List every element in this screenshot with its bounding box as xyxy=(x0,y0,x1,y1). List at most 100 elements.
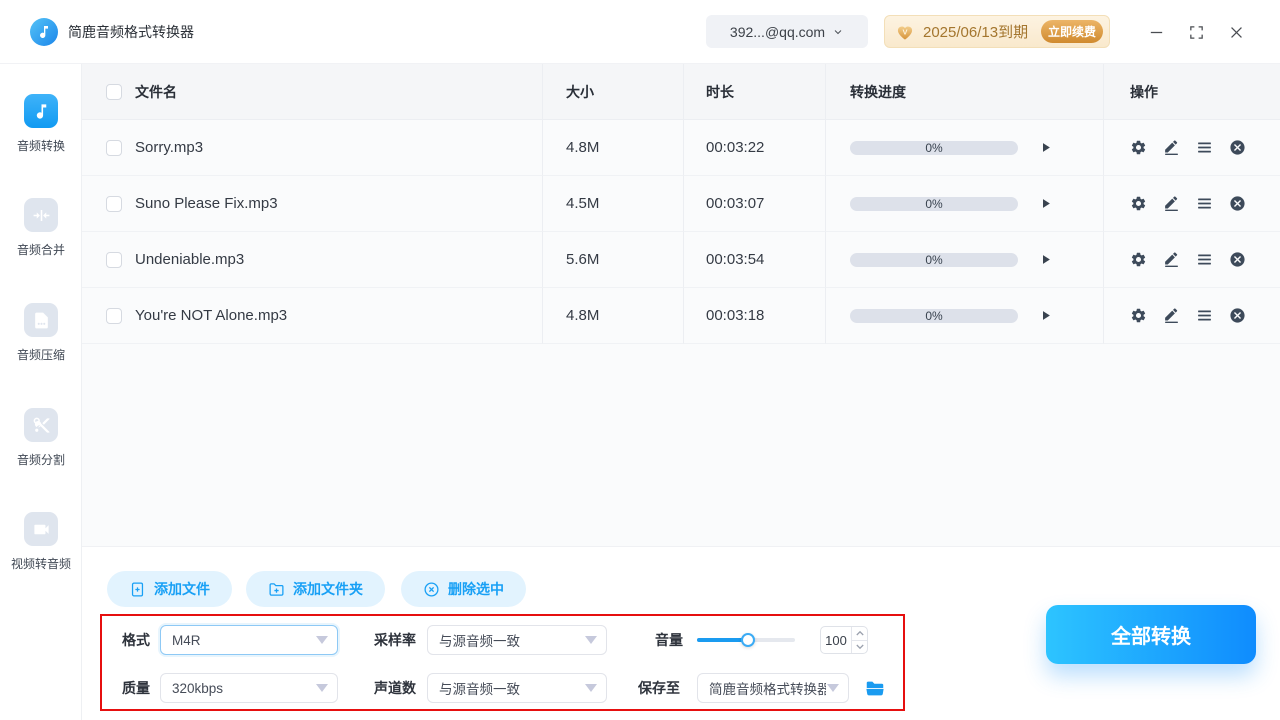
filename-text: You're NOT Alone.mp3 xyxy=(135,307,288,324)
sidebar-item-audio-split[interactable]: 音频分割 xyxy=(0,408,82,468)
table-row-size-cell: 4.5M xyxy=(542,176,683,232)
settings-icon[interactable] xyxy=(1130,195,1147,212)
play-icon[interactable] xyxy=(1038,252,1053,267)
sidebar-item-audio-convert[interactable]: 音频转换 xyxy=(0,94,82,154)
dropdown-arrow-icon xyxy=(316,684,328,692)
app-logo-icon xyxy=(30,18,58,46)
play-icon[interactable] xyxy=(1038,140,1053,155)
progress-bar: 0% xyxy=(850,252,1018,267)
spin-down-button[interactable] xyxy=(852,639,867,654)
vip-heart-icon: V xyxy=(897,26,913,39)
progress-bar: 0% xyxy=(850,308,1018,323)
table-row-actions-cell xyxy=(1103,176,1280,232)
volume-handle[interactable] xyxy=(740,633,755,647)
table-row-size-cell: 5.6M xyxy=(542,232,683,288)
table-row-size-cell: 4.8M xyxy=(542,120,683,176)
sidebar-item-audio-compress[interactable]: 音频压缩 xyxy=(0,303,82,363)
open-folder-button[interactable] xyxy=(863,676,887,700)
dropdown-arrow-icon xyxy=(316,636,328,644)
table-row-actions-cell xyxy=(1103,288,1280,344)
table-row-progress-cell: 0% xyxy=(825,176,1103,232)
select-all-checkbox[interactable] xyxy=(106,83,122,100)
edit-icon[interactable] xyxy=(1163,251,1180,268)
settings-icon[interactable] xyxy=(1130,307,1147,324)
scissors-icon xyxy=(24,408,58,442)
merge-icon xyxy=(24,198,58,232)
delete-icon[interactable] xyxy=(1229,307,1246,324)
volume-slider[interactable] xyxy=(697,625,795,655)
sidebar-item-label: 音频转换 xyxy=(16,139,65,153)
fullscreen-button[interactable] xyxy=(1184,20,1208,44)
convert-all-button[interactable]: 全部转换 xyxy=(1046,605,1256,664)
table-row-filename-cell: Sorry.mp3 xyxy=(82,120,542,176)
file-table: 文件名 大小 时长 转换进度 操作 Sorry.mp3 4.8M 00:03:2… xyxy=(82,64,1280,344)
settings-icon[interactable] xyxy=(1130,251,1147,268)
table-row-duration-cell: 00:03:54 xyxy=(683,232,825,288)
table-header-size: 大小 xyxy=(542,64,683,120)
menu-icon[interactable] xyxy=(1196,139,1213,156)
table-row-progress-cell: 0% xyxy=(825,288,1103,344)
add-file-button[interactable]: 添加文件 xyxy=(107,571,232,607)
circle-x-icon xyxy=(424,581,439,597)
quality-label: 质量 xyxy=(122,680,150,696)
delete-icon[interactable] xyxy=(1229,251,1246,268)
sample-rate-label: 采样率 xyxy=(374,632,416,648)
settings-icon[interactable] xyxy=(1130,139,1147,156)
play-icon[interactable] xyxy=(1038,196,1053,211)
row-checkbox[interactable] xyxy=(106,195,122,212)
delete-icon[interactable] xyxy=(1229,195,1246,212)
sidebar-item-label: 音频合并 xyxy=(16,243,65,257)
vip-badge: V 2025/06/13到期 立即续费 xyxy=(884,15,1110,48)
table-header-duration: 时长 xyxy=(683,64,825,120)
table-row-actions-cell xyxy=(1103,120,1280,176)
row-checkbox[interactable] xyxy=(106,139,122,156)
dropdown-arrow-icon xyxy=(827,684,839,692)
channels-select[interactable]: 与源音频一致 xyxy=(427,673,607,703)
add-folder-button[interactable]: 添加文件夹 xyxy=(246,571,385,607)
volume-label: 音量 xyxy=(655,632,683,648)
folder-plus-icon xyxy=(269,582,284,596)
close-button[interactable] xyxy=(1224,20,1248,44)
app-title: 简鹿音频格式转换器 xyxy=(68,24,194,40)
table-row-filename-cell: You're NOT Alone.mp3 xyxy=(82,288,542,344)
progress-bar: 0% xyxy=(850,196,1018,211)
dropdown-arrow-icon xyxy=(585,684,597,692)
progress-bar: 0% xyxy=(850,140,1018,155)
table-header-filename: 文件名 xyxy=(82,64,542,120)
menu-icon[interactable] xyxy=(1196,195,1213,212)
volume-input[interactable] xyxy=(821,627,851,653)
play-icon[interactable] xyxy=(1038,308,1053,323)
sample-rate-select[interactable]: 与源音频一致 xyxy=(427,625,607,655)
row-checkbox[interactable] xyxy=(106,251,122,268)
folder-icon xyxy=(866,681,884,696)
delete-icon[interactable] xyxy=(1229,139,1246,156)
table-row-filename-cell: Undeniable.mp3 xyxy=(82,232,542,288)
edit-icon[interactable] xyxy=(1163,195,1180,212)
menu-icon[interactable] xyxy=(1196,251,1213,268)
video-camera-icon xyxy=(24,512,58,546)
row-checkbox[interactable] xyxy=(106,307,122,324)
music-note-icon xyxy=(24,94,58,128)
spin-up-button[interactable] xyxy=(852,627,867,640)
edit-icon[interactable] xyxy=(1163,307,1180,324)
sidebar-item-audio-merge[interactable]: 音频合并 xyxy=(0,198,82,258)
volume-spinner xyxy=(820,626,868,654)
sidebar-item-video-to-audio[interactable]: 视频转音频 xyxy=(0,512,82,572)
minimize-button[interactable] xyxy=(1144,20,1168,44)
menu-icon[interactable] xyxy=(1196,307,1213,324)
channels-label: 声道数 xyxy=(374,680,416,696)
table-row-duration-cell: 00:03:22 xyxy=(683,120,825,176)
vip-expiry: 2025/06/13到期 xyxy=(923,24,1029,41)
save-to-select[interactable]: 简鹿音频格式转换器 xyxy=(697,673,849,703)
edit-icon[interactable] xyxy=(1163,139,1180,156)
filename-text: Sorry.mp3 xyxy=(135,139,204,156)
renew-button[interactable]: 立即续费 xyxy=(1041,20,1103,43)
format-select[interactable]: M4R xyxy=(160,625,338,655)
table-row-progress-cell: 0% xyxy=(825,232,1103,288)
quality-select[interactable]: 320kbps xyxy=(160,673,338,703)
svg-text:V: V xyxy=(902,27,907,36)
table-header-actions: 操作 xyxy=(1103,64,1280,120)
delete-selected-button[interactable]: 删除选中 xyxy=(401,571,526,607)
filename-text: Undeniable.mp3 xyxy=(135,251,245,268)
account-dropdown[interactable]: 392...@qq.com xyxy=(706,15,868,48)
